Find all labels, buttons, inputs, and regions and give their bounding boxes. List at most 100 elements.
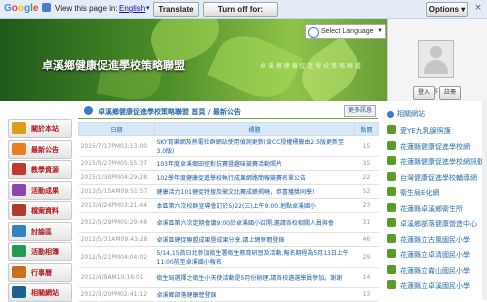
nav-item-label: 相關網站 — [31, 289, 59, 297]
link-icon — [387, 125, 396, 134]
nav-item-label: 行事曆 — [31, 268, 52, 277]
row-date: 2015/1/30PM04:29:28 — [78, 170, 155, 185]
table-row[interactable]: 2015/1/30PM04:29:28 102學年度健康促進學校執行成果網路簡報競… — [78, 170, 379, 185]
nav-item-icon — [12, 163, 26, 175]
row-count: 13 — [354, 287, 379, 302]
link-icon — [387, 218, 396, 227]
table-row[interactable]: 2012/4/9AM10:16:01 衛生局選擇之衛生小天使活動是5月份辦理,請各… — [78, 267, 379, 288]
related-link[interactable]: 花蓮縣立古風國民小學 — [387, 232, 487, 246]
table-row[interactable]: 2013/5/15AM09:51:57 健康活力101健促特搜及徵文比賽成績揭曉，… — [78, 184, 379, 199]
nav-item-label: 關於本站 — [31, 125, 59, 133]
related-link[interactable]: 花蓮縣立卓溪國民小學 — [387, 278, 487, 292]
row-title[interactable]: SKY育樂網及熱電社群網站使用偵測更新(含CC授權標籤由2.5版更新至3.0版) — [154, 135, 355, 157]
nav-item[interactable]: 教學資源 — [8, 160, 72, 179]
related-link[interactable]: 花蓮縣健康促進學校網 — [387, 139, 487, 153]
related-link-label: 衛生局E化網 — [400, 189, 440, 197]
translate-bar: Google View this page in: English ▾ Tran… — [0, 0, 487, 27]
nav-item[interactable]: 最新公告 — [8, 139, 72, 159]
row-count: 46 — [354, 232, 379, 247]
language-dropdown-icon[interactable]: ▾ — [146, 4, 150, 12]
row-title[interactable]: 卓溪鄉部落健康營登錄 — [154, 287, 355, 302]
related-links-title: 相關網站 — [397, 110, 425, 118]
options-button[interactable]: Options ▾ — [426, 2, 468, 17]
content-header: 卓溪鄉健康促進學校策略聯盟 首頁 / 最新公告 更多訊息 — [78, 104, 378, 119]
nav-item-label: 最新公告 — [31, 145, 59, 154]
column-header-title: 標題 — [154, 122, 355, 136]
login-panel: 訪客 — [387, 19, 487, 101]
table-body: 2015/7/17PM03:13:00 SKY育樂網及熱電社群網站使用偵測更新(含… — [78, 135, 379, 302]
login-button[interactable]: 登入 — [413, 86, 435, 100]
table-row[interactable]: 2015/7/17PM03:13:00 SKY育樂網及熱電社群網站使用偵測更新(含… — [78, 135, 379, 157]
row-date: 2015/5/27PM05:55:37 — [78, 156, 155, 171]
register-button[interactable]: 註冊 — [439, 86, 461, 100]
announcements-table: 日期 標題 點閱 2015/7/17PM03:13:00 SKY育樂網及熱電社群網… — [78, 122, 379, 302]
nav-item-icon — [12, 122, 26, 134]
row-date: 2013/5/15AM09:51:57 — [78, 184, 155, 199]
table-row[interactable]: 2013/4/24PM03:21:44 本區第六次校群宣導會訂於5/22(三)上午… — [78, 198, 379, 213]
nav-item[interactable]: 關於本站 — [8, 119, 72, 138]
row-title[interactable]: 5/14,15首日北參加衛生署衛生教育研習及活動,報名期程為5月13日上午11:… — [154, 246, 355, 268]
related-link-label: 台灣健康促進學校輔導網 — [400, 173, 477, 182]
related-link-label: 花蓮縣立古風國民小學 — [400, 235, 470, 244]
link-icon — [387, 187, 396, 196]
table-row[interactable]: 2012/3/20PM02:41:12 卓溪鄉部落健康營登錄 13 — [78, 287, 379, 302]
related-link[interactable]: 花蓮縣立崙山國民小學 — [387, 263, 487, 277]
language-select[interactable]: English — [119, 4, 145, 13]
row-title[interactable]: 健康活力101健促特搜及徵文比賽成績揭曉，恭喜獲獎同學！ — [154, 184, 355, 199]
table-row[interactable]: 2015/5/27PM05:55:37 103年度卓溪鄉田徑對抗賽暨趣味競賽活動照… — [78, 156, 379, 171]
related-link[interactable]: 衛生局E化網 — [387, 185, 487, 199]
related-link[interactable]: 花蓮縣健康促進學校網訊觀站 — [387, 154, 487, 168]
related-links-header: 相關網站 — [387, 109, 425, 119]
link-icon — [387, 280, 396, 289]
row-date: 2013/4/24PM03:21:44 — [78, 198, 155, 213]
nav-item[interactable]: 討論區 — [8, 221, 72, 241]
view-page-text: View this page in: — [55, 4, 118, 13]
select-language-dropdown[interactable]: Select Language ▼ — [305, 24, 386, 39]
related-link[interactable]: 花蓮縣立卓清國民小學 — [387, 247, 487, 261]
column-header-date: 日期 — [78, 122, 155, 136]
row-title[interactable]: 衛生局選擇之衛生小天使活動是5月份辦理,請各校遴選學員參加。謝謝 — [154, 267, 355, 288]
google-g-icon — [308, 27, 319, 38]
nav-item[interactable]: 行事曆 — [8, 262, 72, 282]
scrollbar[interactable] — [482, 101, 487, 300]
link-icon — [387, 171, 396, 181]
nav-item[interactable]: 檔案資料 — [8, 201, 72, 220]
close-icon[interactable]: × — [473, 3, 483, 13]
nav-item[interactable]: 活動相簿 — [8, 242, 72, 261]
row-title[interactable]: 本區第六次校群宣導會訂於5/22(三)上午9:00.地點卓溪國小 — [154, 198, 355, 213]
row-count: 31 — [354, 212, 379, 233]
nav-item-label: 檔案資料 — [31, 207, 59, 215]
link-icon — [387, 140, 396, 150]
turn-off-button[interactable]: Turn off for: Chinese — [203, 2, 278, 27]
row-date: 2015/7/17PM03:13:00 — [78, 135, 155, 157]
translate-button[interactable]: Translate — [153, 2, 199, 17]
related-link[interactable]: 愛YE九乳腺照護 — [387, 123, 487, 137]
related-link[interactable]: 卓溪鄉部落健康營造中心 — [387, 216, 487, 230]
related-link[interactable]: 花蓮縣卓溪鄉衛生所 — [387, 201, 487, 215]
breadcrumb[interactable]: 卓溪鄉健康促進學校策略聯盟 首頁 / 最新公告 — [98, 107, 241, 117]
row-title[interactable]: 102學年度健康促進學校執行成果網路簡報競賽名單公告 — [154, 170, 355, 185]
nav-item[interactable]: 相關網站 — [8, 283, 72, 302]
nav-item[interactable]: 活動成果 — [8, 180, 72, 200]
related-link-label: 花蓮縣健康促進學校網 — [400, 142, 470, 151]
link-icon — [387, 156, 396, 165]
nav-item-icon — [12, 142, 26, 155]
nav-item-icon — [12, 286, 26, 298]
related-links-panel: 相關網站 愛YE九乳腺照護花蓮縣健康促進學校網花蓮縣健康促進學校網訊觀站 台灣健康… — [381, 101, 487, 300]
avatar — [418, 40, 454, 78]
row-date: 2012/3/20PM02:41:12 — [78, 287, 155, 302]
row-title[interactable]: 卓溪區健促聯盟成果暨成果分享,請上網參閱登錄 — [154, 232, 355, 247]
table-row[interactable]: 2012/5/21PM04:04:02 5/14,15首日北參加衛生署衛生教育研習… — [78, 246, 379, 268]
column-header-count: 點閱 — [354, 122, 379, 136]
more-button[interactable]: 更多訊息 — [344, 105, 376, 117]
table-row[interactable]: 2012/5/31AM09:43:28 卓溪區健促聯盟成果暨成果分享,請上網參閱登… — [78, 232, 379, 247]
related-link-label: 花蓮縣立卓溪國民小學 — [400, 282, 470, 290]
related-link-label: 花蓮縣健康促進學校網訊觀站 — [400, 158, 487, 166]
table-row[interactable]: 2012/5/29PM05:29:48 卓溪區第六次定期會議9:00於卓溪國小召開… — [78, 212, 379, 233]
related-link[interactable]: 台灣健康促進學校輔導網 — [387, 170, 487, 184]
nav-item-label: 討論區 — [31, 227, 52, 236]
related-link-label: 花蓮縣立崙山國民小學 — [400, 266, 470, 275]
related-link-label: 卓溪鄉部落健康營造中心 — [400, 220, 477, 228]
row-title[interactable]: 103年度卓溪鄉田徑對抗賽暨趣味競賽活動照片 — [154, 156, 355, 171]
row-title[interactable]: 卓溪區第六次定期會議9:00於卓溪國小召開,邀請各校相關人員與會 — [154, 212, 355, 233]
